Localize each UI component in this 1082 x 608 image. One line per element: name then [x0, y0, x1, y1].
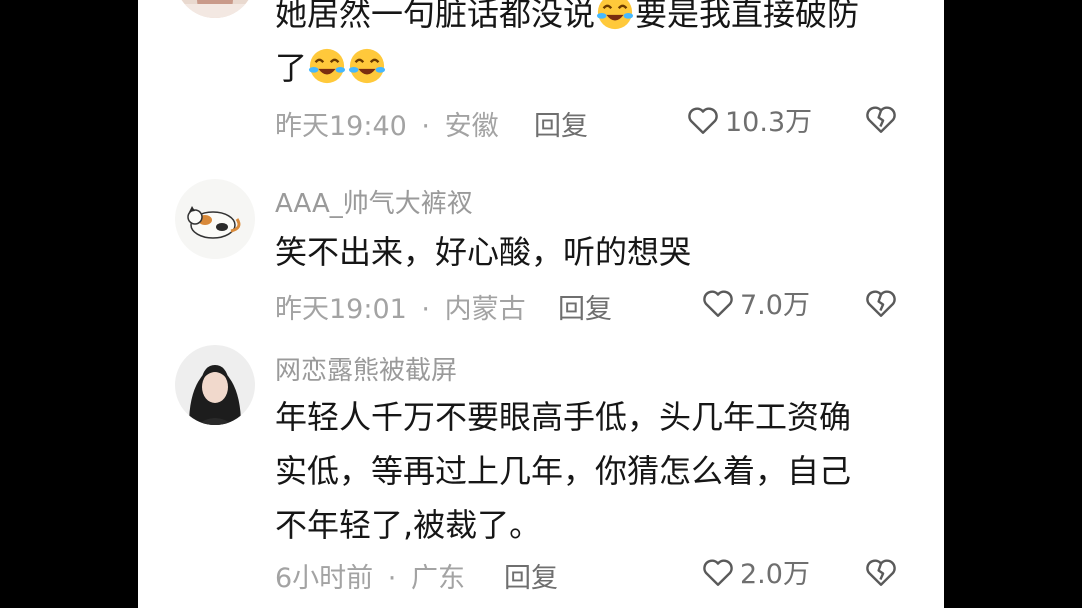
comment-text-line: 不年轻了,被裁了。: [275, 506, 542, 544]
comment-location: 内蒙古: [444, 294, 526, 325]
broken-heart-icon: [866, 106, 896, 133]
comment-text-part: 了: [275, 49, 308, 87]
comment-text: 笑不出来，好心酸，听的想哭: [275, 233, 692, 271]
comment-text: 她居然一句脏话都没说 要是我直接破防: [275, 0, 859, 41]
like-count: 10.3万: [725, 107, 813, 138]
laughing-crying-emoji-icon: [596, 0, 634, 30]
broken-heart-icon: [866, 290, 896, 317]
reply-button[interactable]: 回复: [558, 287, 612, 326]
laughing-crying-emoji-icon: [348, 48, 386, 84]
comment-time: 昨天19:40: [275, 111, 407, 142]
heart-outline-icon: [703, 558, 733, 586]
comment-list: 她居然一句脏话都没说 要是我直接破防 了 昨天19:40 · 安徽 回复 10.3…: [138, 0, 944, 608]
comment-text-line: 年轻人千万不要眼高手低，头几年工资确: [275, 398, 852, 436]
comment-location: 安徽: [444, 111, 499, 142]
comment-text-part: 她居然一句脏话都没说: [275, 0, 596, 33]
reply-button[interactable]: 回复: [534, 104, 588, 143]
comment-time: 6小时前: [275, 563, 374, 594]
heart-outline-icon: [688, 106, 718, 134]
meta-separator: ·: [421, 294, 430, 325]
like-count: 7.0万: [740, 290, 810, 321]
laughing-crying-emoji-icon: [308, 48, 346, 84]
like-button[interactable]: 7.0万: [700, 283, 810, 322]
dislike-button[interactable]: [863, 554, 899, 590]
comment-text-line: 了: [275, 41, 387, 95]
comment-time: 昨天19:01: [275, 294, 407, 325]
meta-separator: ·: [387, 563, 397, 594]
dislike-button[interactable]: [863, 101, 899, 137]
broken-heart-icon: [866, 559, 896, 586]
comment-text-part: 要是我直接破防: [635, 0, 860, 33]
avatar[interactable]: [175, 179, 255, 259]
dislike-button[interactable]: [863, 285, 899, 321]
like-button[interactable]: 2.0万: [700, 552, 810, 591]
comment-meta: 6小时前 · 广东: [275, 556, 465, 595]
avatar[interactable]: [175, 345, 255, 425]
reply-button[interactable]: 回复: [504, 556, 558, 595]
avatar[interactable]: [175, 0, 255, 18]
comment-text-line: 实低，等再过上几年，你猜怎么着，自己: [275, 452, 852, 490]
like-button[interactable]: 10.3万: [685, 100, 812, 139]
like-count: 2.0万: [740, 559, 810, 590]
comment-meta: 昨天19:40 · 安徽: [275, 104, 499, 143]
username[interactable]: AAA_帅气大裤衩: [275, 183, 473, 220]
heart-outline-icon: [703, 289, 733, 317]
comment-location: 广东: [410, 563, 465, 594]
username[interactable]: 网恋露熊被截屏: [275, 350, 457, 387]
meta-separator: ·: [421, 111, 430, 142]
comment-meta: 昨天19:01 · 内蒙古: [275, 287, 526, 326]
